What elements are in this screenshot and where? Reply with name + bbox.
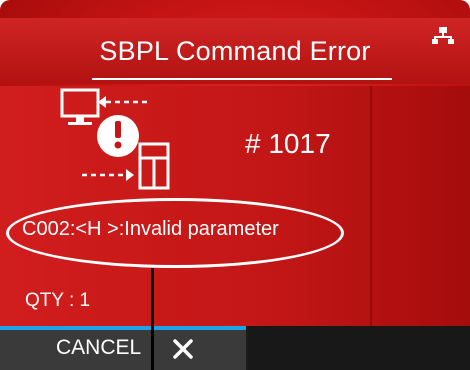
error-code: # 1017 bbox=[245, 128, 331, 159]
close-icon[interactable] bbox=[172, 338, 194, 360]
cancel-button-label: CANCEL bbox=[56, 336, 142, 359]
title-underline bbox=[92, 78, 392, 80]
printer-error-icon bbox=[60, 88, 170, 190]
callout-pointer-line bbox=[151, 268, 154, 370]
highlight-ellipse bbox=[6, 198, 344, 268]
quantity-label: QTY : 1 bbox=[25, 290, 91, 311]
panel-divider bbox=[370, 86, 372, 326]
error-screen: SBPL Command Error # 1017 C002:<H >:Inva… bbox=[0, 0, 470, 370]
title-bar: SBPL Command Error bbox=[0, 18, 470, 84]
network-icon bbox=[432, 27, 454, 44]
page-title: SBPL Command Error bbox=[99, 35, 371, 66]
footer-right-area bbox=[248, 326, 470, 370]
